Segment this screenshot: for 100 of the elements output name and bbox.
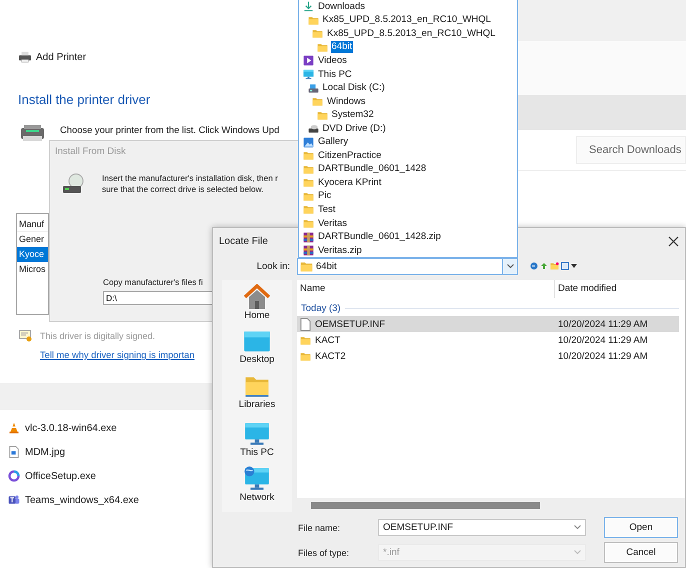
folder-icon [303,150,314,162]
archive-icon [303,245,314,256]
tree-item[interactable]: Kx85_UPD_8.5.2013_en_RC10_WHQL [326,28,496,40]
field-label: Files of type: [298,548,350,558]
instruction-text: Choose your printer from the list. Click Windows Upd [60,124,280,135]
disc-drive-icon [308,123,318,134]
file-name-field[interactable]: OEMSETUP.INF [378,519,586,536]
column-header[interactable]: Name [297,280,555,298]
folder-icon [316,42,328,53]
folder-icon [303,204,314,216]
network-monitor-icon [243,466,271,492]
list-item[interactable]: Micros [17,262,48,277]
tree-item[interactable]: Windows [326,96,367,108]
house-icon [242,284,272,310]
certificate-icon [19,330,32,342]
new-folder-icon[interactable] [550,262,559,270]
search-field[interactable]: Search Downloads [576,136,686,164]
folder-icon [312,96,323,108]
tree-item[interactable]: DARTBundle_0601_1428.zip [317,231,442,244]
printer-icon [18,51,32,63]
folder-icon [300,350,311,362]
folder-icon [303,190,314,202]
open-button[interactable]: Open [604,517,678,538]
folder-icon [312,28,323,40]
column-header[interactable]: Date modified [555,280,617,298]
place-button[interactable]: Network [240,466,274,512]
chevron-down-icon [574,525,581,530]
date-cell-text: 10/20/2024 11:29 AM [557,350,648,362]
up-folder-icon[interactable] [540,262,548,270]
signature-status: This driver is digitally signed. [40,331,156,341]
cancel-button[interactable]: Cancel [604,542,678,563]
window-title: Add Printer [36,52,86,62]
column-header: Manuf [17,217,48,232]
list-item[interactable]: Kyoce [17,247,48,262]
place-button[interactable]: Libraries [238,375,276,421]
tree-item[interactable]: Local Disk (C:) [322,82,386,94]
tree-item[interactable]: CitizenPractice [317,150,382,162]
folder-icon [300,334,311,346]
folder-icon [300,260,313,272]
tree-item[interactable]: Kx85_UPD_8.5.2013_en_RC10_WHQL [322,14,492,26]
file-name[interactable]: MDM.jpg [25,446,66,458]
tree-item[interactable]: DVD Drive (D:) [322,122,387,135]
archive-icon [303,232,314,243]
file-name: KACT [315,334,340,346]
traffic-cone-icon [8,422,20,434]
tree-item[interactable]: Pic [317,190,332,202]
tree-item[interactable]: Veritas.zip [317,244,363,257]
date-cell-text: 10/20/2024 11:29 AM [557,334,648,346]
place-button[interactable]: Home [242,284,272,330]
picture-icon [303,136,314,148]
file-name[interactable]: vlc-3.0.18-win64.exe [25,422,117,434]
file-row[interactable]: KACT2 10/20/2024 11:29 AM [297,348,679,364]
folder-icon [316,110,328,121]
disk-drive-icon [62,173,86,195]
tree-item[interactable]: 64bit [330,41,354,54]
file-name: KACT2 [315,350,346,362]
tree-item[interactable]: System32 [330,109,375,122]
tree-item[interactable]: This PC [317,68,353,80]
message-text: Insert the manufacturer's installation disk, then r [102,173,278,184]
place-button[interactable]: Desktop [240,330,274,376]
image-file-icon [8,446,20,458]
file-name[interactable]: OfficeSetup.exe [25,470,96,482]
scrollbar-thumb[interactable] [311,502,540,508]
view-menu-icon[interactable] [561,262,577,270]
monitor-icon [244,420,270,447]
folder-icon [303,218,314,230]
folder-icon [303,177,314,188]
folder-icon [308,14,318,26]
app-logo-icon [8,470,20,482]
date-cell-text: 10/20/2024 11:29 AM [557,318,648,330]
look-in-dropdown[interactable]: 64bit [297,258,518,274]
tree-item[interactable]: Veritas [317,218,348,230]
chevron-down-icon [506,264,514,268]
people-logo-icon [8,494,20,506]
list-item[interactable]: Gener [17,232,48,247]
manufacturer-list[interactable]: Manuf Gener Kyoce Micros [16,213,49,315]
tree-item[interactable]: Test [317,204,336,216]
monitor-icon [242,330,271,354]
page-heading: Install the printer driver [18,92,152,108]
tree-item[interactable]: Downloads [317,0,366,13]
monitor-icon [303,69,314,80]
printer-icon [20,124,45,142]
tree-item[interactable]: Videos [317,54,348,67]
download-icon [303,1,314,12]
place-button[interactable]: This PC [240,420,274,466]
group-header[interactable]: Today (3) [301,302,341,314]
tree-item[interactable]: Gallery [317,136,350,148]
field-label: Look in: [256,260,290,272]
file-row[interactable]: OEMSETUP.INF 10/20/2024 11:29 AM [297,316,679,332]
tree-item[interactable]: DARTBundle_0601_1428 [317,163,428,176]
message-text: sure that the correct drive is selected below. [102,184,264,195]
file-row[interactable]: KACT 10/20/2024 11:29 AM [297,332,679,348]
back-icon[interactable] [530,262,538,270]
tree-item[interactable]: Kyocera KPrint [317,176,382,189]
hard-drive-icon [308,82,318,94]
close-icon[interactable] [668,236,679,246]
dialog-title: Install From Disk [54,145,127,159]
file-name[interactable]: Teams_windows_x64.exe [25,494,139,506]
field-label: File name: [298,522,342,532]
folder-icon [244,375,270,400]
